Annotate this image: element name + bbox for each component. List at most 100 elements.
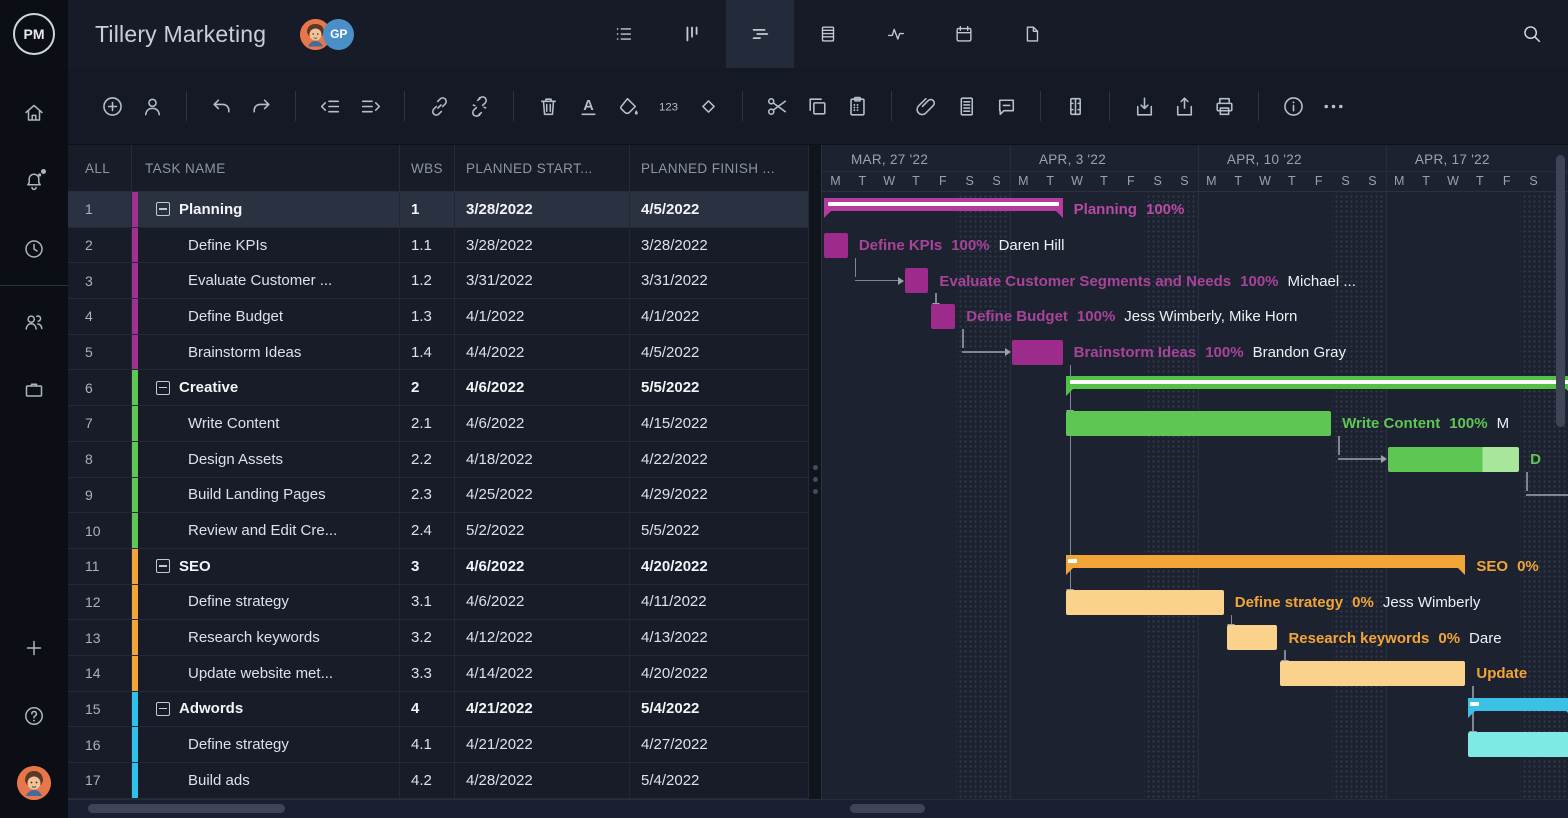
notifications-icon[interactable] xyxy=(0,147,68,215)
copy-icon[interactable] xyxy=(797,86,837,126)
milestone-icon[interactable] xyxy=(688,86,728,126)
gantt-horizontal-scrollbar[interactable] xyxy=(850,804,925,813)
wbs-cell[interactable]: 3.2 xyxy=(400,620,455,655)
outdent-icon[interactable] xyxy=(310,86,350,126)
redo-icon[interactable] xyxy=(241,86,281,126)
view-tab-list-icon[interactable] xyxy=(590,0,658,68)
gantt-task-bar[interactable] xyxy=(1066,590,1224,615)
team-icon[interactable] xyxy=(0,288,68,356)
planned-start-cell[interactable]: 4/28/2022 xyxy=(455,763,630,798)
table-row[interactable]: 4Define Budget1.34/1/20224/1/2022 xyxy=(68,299,808,335)
home-icon[interactable] xyxy=(0,79,68,147)
column-header-name[interactable]: TASK NAME xyxy=(132,145,400,191)
project-members[interactable]: GP xyxy=(300,19,354,50)
planned-finish-cell[interactable]: 4/5/2022 xyxy=(630,192,808,227)
planned-start-cell[interactable]: 4/6/2022 xyxy=(455,585,630,620)
table-row[interactable]: 9Build Landing Pages2.34/25/20224/29/202… xyxy=(68,478,808,514)
planned-finish-cell[interactable]: 4/15/2022 xyxy=(630,406,808,441)
wbs-cell[interactable]: 4.1 xyxy=(400,727,455,762)
planned-finish-cell[interactable]: 4/22/2022 xyxy=(630,442,808,477)
gantt-task-bar[interactable] xyxy=(1227,625,1278,650)
attachment-icon[interactable] xyxy=(906,86,946,126)
assign-user-icon[interactable] xyxy=(132,86,172,126)
user-avatar[interactable] xyxy=(17,766,51,800)
wbs-cell[interactable]: 1.2 xyxy=(400,263,455,298)
planned-finish-cell[interactable]: 4/29/2022 xyxy=(630,478,808,513)
add-task-icon[interactable] xyxy=(92,86,132,126)
planned-finish-cell[interactable]: 5/5/2022 xyxy=(630,370,808,405)
link-tasks-icon[interactable] xyxy=(419,86,459,126)
pm-logo[interactable]: PM xyxy=(13,13,55,55)
delete-icon[interactable] xyxy=(528,86,568,126)
print-icon[interactable] xyxy=(1204,86,1244,126)
table-row[interactable]: 16Define strategy4.14/21/20224/27/2022 xyxy=(68,727,808,763)
font-color-icon[interactable]: A xyxy=(568,86,608,126)
timesheet-icon[interactable] xyxy=(0,215,68,283)
notes-icon[interactable] xyxy=(946,86,986,126)
table-row[interactable]: 13Research keywords3.24/12/20224/13/2022 xyxy=(68,620,808,656)
gantt-task-bar[interactable] xyxy=(1468,732,1568,757)
wbs-cell[interactable]: 2 xyxy=(400,370,455,405)
collapse-icon[interactable] xyxy=(156,202,170,216)
wbs-cell[interactable]: 1 xyxy=(400,192,455,227)
planned-start-cell[interactable]: 5/2/2022 xyxy=(455,513,630,548)
planned-start-cell[interactable]: 3/28/2022 xyxy=(455,228,630,263)
wbs-cell[interactable]: 4.2 xyxy=(400,763,455,798)
table-row[interactable]: 11SEO34/6/20224/20/2022 xyxy=(68,549,808,585)
wbs-cell[interactable]: 4 xyxy=(400,692,455,727)
planned-finish-cell[interactable]: 5/4/2022 xyxy=(630,763,808,798)
gantt-task-bar[interactable] xyxy=(1066,411,1332,436)
planned-start-cell[interactable]: 3/28/2022 xyxy=(455,192,630,227)
help-icon[interactable] xyxy=(0,682,68,750)
cut-icon[interactable] xyxy=(757,86,797,126)
gantt-summary-bar[interactable] xyxy=(824,198,1063,211)
planned-start-cell[interactable]: 4/21/2022 xyxy=(455,727,630,762)
gantt-summary-bar[interactable] xyxy=(1066,555,1466,568)
column-header-wbs[interactable]: WBS xyxy=(400,145,455,191)
wbs-cell[interactable]: 1.1 xyxy=(400,228,455,263)
planned-finish-cell[interactable]: 3/31/2022 xyxy=(630,263,808,298)
table-row[interactable]: 1Planning13/28/20224/5/2022 xyxy=(68,192,808,228)
wbs-cell[interactable]: 1.3 xyxy=(400,299,455,334)
planned-finish-cell[interactable]: 4/20/2022 xyxy=(630,656,808,691)
gantt-vertical-scrollbar[interactable] xyxy=(1556,155,1565,427)
planned-start-cell[interactable]: 4/14/2022 xyxy=(455,656,630,691)
wbs-cell[interactable]: 2.2 xyxy=(400,442,455,477)
indent-icon[interactable] xyxy=(350,86,390,126)
view-tab-document-icon[interactable] xyxy=(998,0,1066,68)
view-tab-calendar-icon[interactable] xyxy=(930,0,998,68)
undo-icon[interactable] xyxy=(201,86,241,126)
gantt-summary-bar[interactable] xyxy=(1066,376,1568,389)
panel-splitter[interactable] xyxy=(808,145,822,799)
planned-start-cell[interactable]: 4/25/2022 xyxy=(455,478,630,513)
view-tab-board-icon[interactable] xyxy=(658,0,726,68)
gantt-task-bar[interactable] xyxy=(1280,661,1465,686)
column-header-start[interactable]: PLANNED START... xyxy=(455,145,630,191)
column-header-num[interactable]: ALL xyxy=(68,145,132,191)
view-tab-sheet-icon[interactable] xyxy=(794,0,862,68)
table-row[interactable]: 8Design Assets2.24/18/20224/22/2022 xyxy=(68,442,808,478)
column-header-finish[interactable]: PLANNED FINISH ... xyxy=(630,145,808,191)
portfolio-icon[interactable] xyxy=(0,356,68,424)
planned-finish-cell[interactable]: 4/13/2022 xyxy=(630,620,808,655)
table-row[interactable]: 10Review and Edit Cre...2.45/2/20225/5/2… xyxy=(68,513,808,549)
wbs-cell[interactable]: 1.4 xyxy=(400,335,455,370)
planned-finish-cell[interactable]: 4/20/2022 xyxy=(630,549,808,584)
view-tab-gantt-icon[interactable] xyxy=(726,0,794,68)
planned-finish-cell[interactable]: 4/5/2022 xyxy=(630,335,808,370)
collapse-icon[interactable] xyxy=(156,381,170,395)
import-icon[interactable] xyxy=(1124,86,1164,126)
planned-finish-cell[interactable]: 4/11/2022 xyxy=(630,585,808,620)
collapse-icon[interactable] xyxy=(156,702,170,716)
gantt-task-bar[interactable] xyxy=(931,304,955,329)
planned-finish-cell[interactable]: 4/27/2022 xyxy=(630,727,808,762)
planned-start-cell[interactable]: 4/18/2022 xyxy=(455,442,630,477)
table-horizontal-scrollbar[interactable] xyxy=(88,804,285,813)
wbs-cell[interactable]: 3.3 xyxy=(400,656,455,691)
paste-icon[interactable] xyxy=(837,86,877,126)
planned-start-cell[interactable]: 4/6/2022 xyxy=(455,406,630,441)
planned-start-cell[interactable]: 4/12/2022 xyxy=(455,620,630,655)
more-icon[interactable] xyxy=(1313,86,1353,126)
add-icon[interactable] xyxy=(0,614,68,682)
info-icon[interactable] xyxy=(1273,86,1313,126)
